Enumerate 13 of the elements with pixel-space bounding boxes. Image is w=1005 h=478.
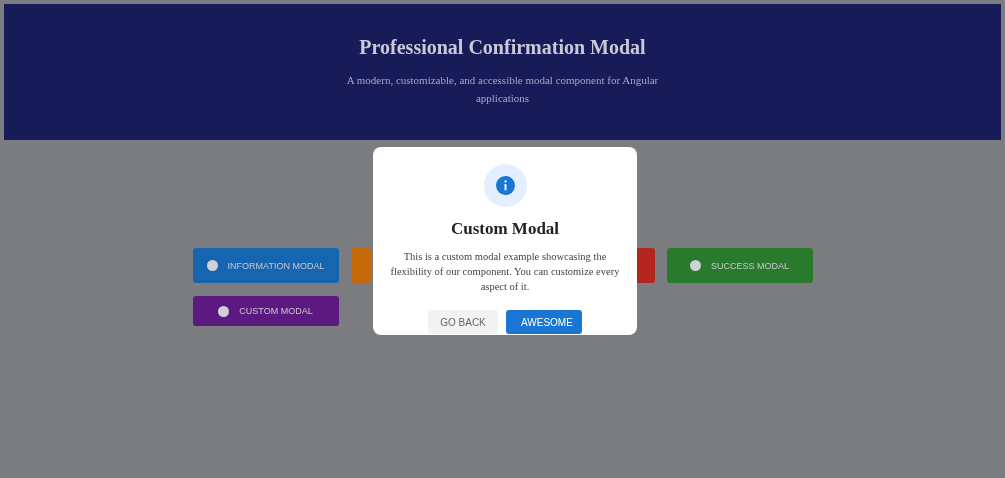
modal-title: Custom Modal <box>450 219 560 239</box>
demo-button[interactable]: SUCCESS MODAL <box>666 248 813 283</box>
circle-icon <box>206 260 218 271</box>
modal-message: This is a custom modal example showcasing the flexibility of our component. You can customize every aspect of it. <box>389 250 621 294</box>
demo-button[interactable]: INFORMATION MODAL <box>192 248 339 283</box>
confirm-button[interactable]: AWESOME <box>506 310 582 334</box>
circle-icon <box>218 305 230 317</box>
info-icon <box>483 164 527 207</box>
cancel-button[interactable]: GO BACK <box>428 310 498 334</box>
page-title: Professional Confirmation Modal <box>359 36 646 59</box>
demo-button[interactable]: CUSTOM MODAL <box>192 296 339 326</box>
page-subtitle: A modern, customizable, and accessible modal component for Angular applications <box>345 73 660 106</box>
circle-icon <box>690 260 701 271</box>
